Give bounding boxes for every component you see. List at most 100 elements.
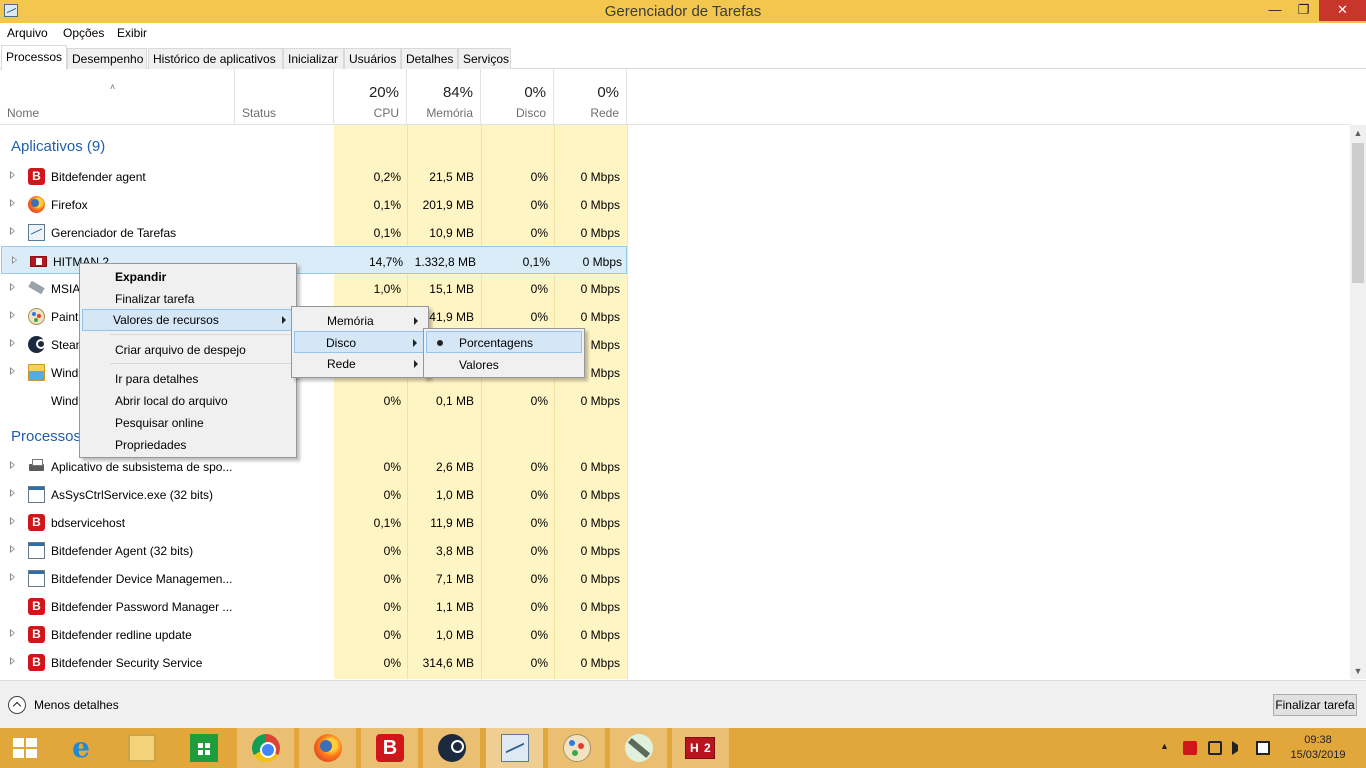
taskbar-hitman-2[interactable]: H 2 — [672, 728, 729, 768]
tray-chevron-icon[interactable]: ▲ — [1160, 741, 1169, 768]
network-icon[interactable] — [1208, 741, 1222, 755]
expand-arrow-icon[interactable] — [10, 171, 15, 179]
tab-desempenho[interactable]: Desempenho — [67, 48, 147, 69]
expand-arrow-icon[interactable] — [10, 367, 15, 375]
expand-arrow-icon[interactable] — [10, 461, 15, 469]
network-value: 0 Mbps — [580, 310, 620, 324]
taskbar-internet-explorer[interactable]: e — [52, 728, 109, 768]
taskbar-store[interactable] — [175, 728, 232, 768]
expand-arrow-icon[interactable] — [10, 227, 15, 235]
expand-arrow-icon[interactable] — [10, 199, 15, 207]
process-name: Wind — [51, 366, 79, 380]
radio-bullet-icon — [437, 340, 443, 346]
menu-item-label: Ir para detalhes — [115, 372, 199, 386]
menu-item-resource-values[interactable]: Valores de recursos — [82, 309, 294, 331]
vertical-scrollbar[interactable]: ▲ ▼ — [1350, 125, 1366, 679]
tab-usuarios[interactable]: Usuários — [344, 48, 401, 69]
end-task-button[interactable]: Finalizar tarefa — [1273, 694, 1357, 716]
table-row[interactable]: Bitdefender Device Managemen... 0% 7,1 MB 0… — [0, 564, 627, 592]
column-header-memory[interactable]: 84% Memória — [407, 69, 481, 125]
expand-arrow-icon[interactable] — [10, 311, 15, 319]
expand-arrow-icon[interactable] — [10, 517, 15, 525]
disk-value: 0% — [530, 170, 548, 184]
expand-arrow-icon[interactable] — [10, 573, 15, 581]
table-row[interactable]: B Bitdefender Security Service 0% 314,6 MB 0… — [0, 648, 627, 676]
menu-item-end-task[interactable]: Finalizar tarefa — [82, 288, 294, 310]
menu-item-open-file-location[interactable]: Abrir local do arquivo — [82, 390, 294, 412]
menu-item-expand[interactable]: Expandir — [82, 266, 294, 288]
close-button[interactable]: ✕ — [1319, 0, 1366, 21]
cpu-value: 0,1% — [373, 226, 401, 240]
tab-inicializar[interactable]: Inicializar — [283, 48, 344, 69]
table-row[interactable]: AsSysCtrlService.exe (32 bits) 0% 1,0 MB 0%… — [0, 480, 627, 508]
submenu-item-memory[interactable]: Memória — [294, 309, 426, 331]
expand-arrow-icon[interactable] — [10, 545, 15, 553]
taskbar-clock[interactable]: 09:38 15/03/2019 — [1278, 733, 1358, 763]
expand-arrow-icon[interactable] — [10, 339, 15, 347]
menu-item-search-online[interactable]: Pesquisar online — [82, 412, 294, 434]
tab-historico[interactable]: Histórico de aplicativos — [148, 48, 283, 69]
table-row[interactable]: B Bitdefender redline update 0% 1,0 MB 0% 0 M… — [0, 620, 627, 648]
chevron-up-circle-icon[interactable] — [8, 696, 26, 714]
table-row[interactable]: Bbdservicehost 0,1% 11,9 MB 0% 0 Mbps — [0, 508, 627, 536]
submenu-item-percentages[interactable]: Porcentagens — [426, 331, 582, 353]
column-header-status[interactable]: Status — [235, 69, 334, 125]
expand-arrow-icon[interactable] — [10, 489, 15, 497]
submenu-item-values[interactable]: Valores — [426, 353, 582, 375]
maximize-button[interactable]: ❐ — [1290, 0, 1317, 21]
action-center-icon[interactable] — [1256, 741, 1270, 755]
taskbar-firefox[interactable] — [299, 728, 356, 768]
column-header-cpu[interactable]: 20% CPU — [334, 69, 407, 125]
memory-value: 314,6 MB — [422, 656, 474, 670]
table-row[interactable]: Bitdefender Agent (32 bits) 0% 3,8 MB 0% 0 M… — [0, 536, 627, 564]
scroll-down-button[interactable]: ▼ — [1350, 663, 1366, 679]
cpu-value: 1,0% — [373, 282, 401, 296]
submenu-item-disk[interactable]: Disco — [294, 331, 426, 353]
tab-processos[interactable]: Processos — [1, 45, 67, 70]
expand-arrow-icon[interactable] — [12, 256, 17, 264]
taskbar-msi-afterburner[interactable] — [610, 728, 667, 768]
column-header-network[interactable]: 0% Rede — [554, 69, 627, 125]
process-name: Bitdefender redline update — [51, 628, 192, 642]
table-row[interactable]: B Bitdefender Password Manager ... 0% 1,1 M… — [0, 592, 627, 620]
taskbar-file-explorer[interactable] — [113, 728, 170, 768]
folder-icon — [28, 364, 45, 381]
menu-opcoes[interactable]: Opções — [63, 26, 104, 40]
expand-arrow-icon[interactable] — [10, 657, 15, 665]
memory-value: 15,1 MB — [429, 282, 474, 296]
tab-servicos[interactable]: Serviços — [458, 48, 511, 69]
taskbar-steam[interactable] — [423, 728, 480, 768]
table-row[interactable]: Gerenciador de Tarefas 0,1% 10,9 MB 0% 0 Mbp… — [0, 218, 627, 246]
menu-item-properties[interactable]: Propriedades — [82, 434, 294, 456]
minimize-button[interactable]: — — [1262, 0, 1288, 21]
bitdefender-tray-icon[interactable] — [1183, 741, 1197, 755]
taskbar-paint[interactable] — [548, 728, 605, 768]
table-row[interactable]: B Bitdefender agent 0,2% 21,5 MB 0% 0 Mbps — [0, 162, 627, 190]
taskbar-task-manager[interactable] — [486, 728, 543, 768]
start-button[interactable] — [0, 728, 50, 768]
cpu-total-percent: 20% — [368, 84, 399, 101]
less-details-link[interactable]: Menos detalhes — [34, 698, 119, 712]
taskbar-bitdefender[interactable]: B — [361, 728, 418, 768]
table-row[interactable]: Firefox 0,1% 201,9 MB 0% 0 Mbps — [0, 190, 627, 218]
column-header-name[interactable]: ˄ Nome — [0, 69, 235, 125]
menu-arquivo[interactable]: Arquivo — [7, 26, 48, 40]
scroll-up-button[interactable]: ▲ — [1350, 125, 1366, 141]
menu-bar: Arquivo Opções Exibir — [0, 23, 1366, 43]
cpu-value: 0% — [383, 544, 401, 558]
scroll-thumb[interactable] — [1352, 143, 1364, 283]
task-manager-icon — [501, 734, 529, 762]
menu-item-create-dump[interactable]: Criar arquivo de despejo — [82, 339, 294, 361]
menu-item-go-to-details[interactable]: Ir para detalhes — [82, 368, 294, 390]
menu-exibir[interactable]: Exibir — [117, 26, 147, 40]
expand-arrow-icon[interactable] — [10, 283, 15, 291]
network-value: 0 Mbps — [580, 170, 620, 184]
tab-detalhes[interactable]: Detalhes — [401, 48, 458, 69]
volume-icon[interactable] — [1232, 741, 1238, 755]
taskbar-chrome[interactable] — [237, 728, 294, 768]
process-name: Bitdefender Agent (32 bits) — [51, 544, 194, 558]
expand-arrow-icon[interactable] — [10, 629, 15, 637]
column-header-disk[interactable]: 0% Disco — [481, 69, 554, 125]
submenu-item-network[interactable]: Rede — [294, 353, 426, 375]
process-name: Bitdefender agent — [51, 170, 146, 184]
